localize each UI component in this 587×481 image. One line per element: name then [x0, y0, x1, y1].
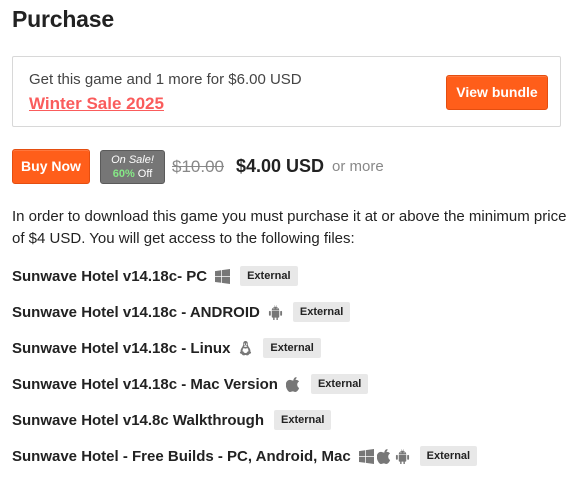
sale-percent: 60%	[112, 168, 135, 180]
external-tag: External	[240, 266, 298, 286]
view-bundle-button[interactable]: View bundle	[446, 75, 548, 110]
platform-icons	[215, 268, 231, 284]
file-name: Sunwave Hotel v14.18c- PC	[12, 267, 208, 285]
external-tag: External	[274, 410, 332, 430]
sale-badge-title: On Sale!	[111, 154, 154, 166]
platform-icons	[358, 448, 410, 464]
sale-badge: On Sale! 60% Off	[100, 150, 165, 184]
apple-icon	[285, 376, 301, 392]
file-row: Sunwave Hotel - Free Builds - PC, Androi…	[12, 442, 478, 470]
file-name: Sunwave Hotel - Free Builds - PC, Androi…	[12, 447, 351, 465]
external-tag: External	[263, 338, 321, 358]
file-row: Sunwave Hotel v14.18c - Mac Version Exter…	[12, 370, 369, 398]
external-tag: External	[419, 446, 478, 466]
or-more-label: or more	[332, 158, 384, 175]
apple-icon	[376, 448, 392, 464]
platform-icons	[285, 376, 301, 392]
android-icon	[268, 304, 283, 320]
page-title: Purchase	[12, 6, 114, 32]
windows-icon	[215, 268, 231, 284]
file-row: Sunwave Hotel v14.18c - Linux External	[12, 334, 321, 362]
file-name: Sunwave Hotel v14.18c - ANDROID	[12, 303, 260, 321]
bundle-link[interactable]: Winter Sale 2025	[29, 94, 164, 114]
bundle-box: Get this game and 1 more for $6.00 USD W…	[12, 56, 561, 127]
bundle-text: Get this game and 1 more for $6.00 USD	[29, 71, 302, 88]
android-icon	[395, 448, 410, 464]
original-price: $10.00	[172, 157, 224, 176]
file-name: Sunwave Hotel v14.8c Walkthrough	[12, 411, 265, 429]
file-row: Sunwave Hotel v14.18c- PC External	[12, 262, 298, 290]
sale-badge-discount: 60% Off	[101, 167, 164, 181]
platform-icons	[268, 304, 283, 320]
platform-icons	[238, 340, 253, 356]
external-tag: External	[292, 302, 351, 322]
buy-now-button[interactable]: Buy Now	[12, 149, 90, 184]
file-name: Sunwave Hotel v14.18c - Mac Version	[12, 375, 278, 393]
file-row: Sunwave Hotel v14.8c Walkthrough External	[12, 406, 332, 434]
sale-price: $4.00 USD	[236, 156, 325, 176]
windows-icon	[358, 448, 374, 464]
file-row: Sunwave Hotel v14.18c - ANDROID External	[12, 298, 351, 326]
external-tag: External	[310, 374, 369, 394]
purchase-description: In order to download this game you must …	[12, 208, 567, 247]
sale-off-label: Off	[137, 168, 153, 180]
file-name: Sunwave Hotel v14.18c - Linux	[12, 339, 231, 357]
linux-icon	[238, 340, 253, 356]
